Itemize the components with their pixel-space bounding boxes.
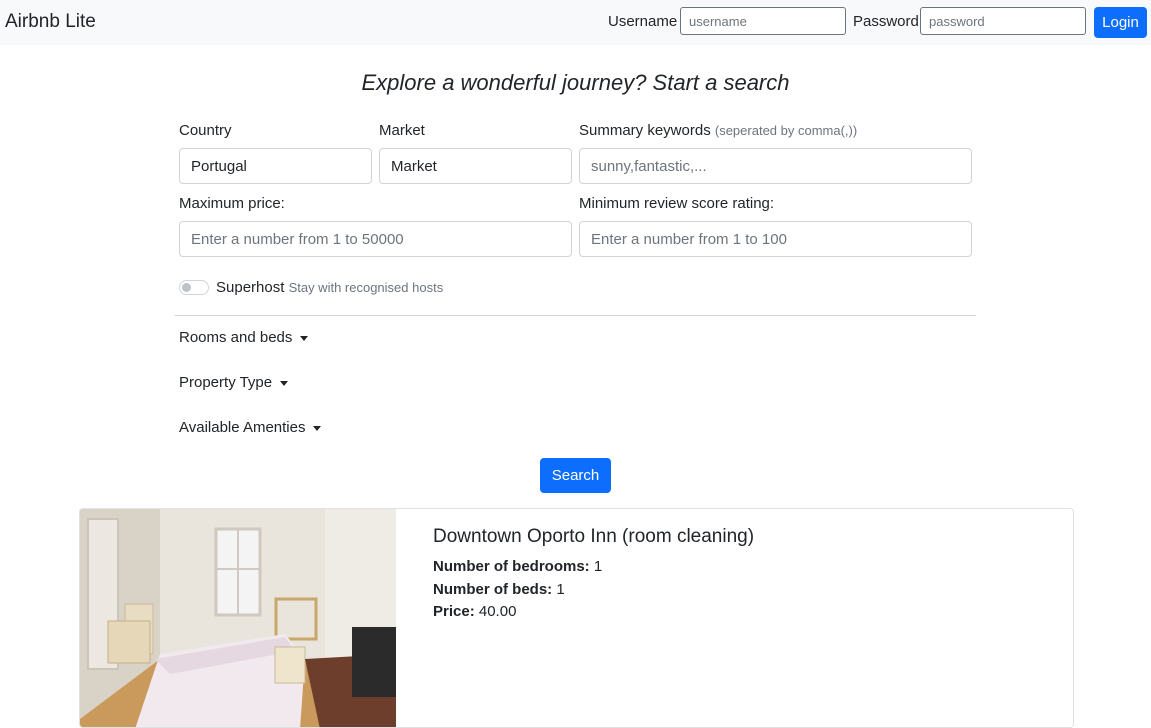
superhost-toggle[interactable] [179,280,209,295]
listing-title[interactable]: Downtown Oporto Inn (room cleaning) [433,526,754,548]
password-input[interactable] [920,7,1086,35]
max-price-input[interactable] [179,221,572,257]
bedrooms-value: 1 [593,558,603,575]
search-heading: Explore a wonderful journey? Start a sea… [361,70,790,95]
superhost-label-text: Superhost [216,279,285,296]
price-row: Price: 40.00 [433,603,516,620]
superhost-hint: Stay with recognised hosts [288,280,444,295]
max-price-label: Maximum price: [179,195,285,212]
toggle-knob [182,283,191,292]
keywords-label-text: Summary keywords [579,122,711,139]
country-input[interactable] [179,148,372,184]
min-review-input[interactable] [579,221,972,257]
caret-down-icon [280,380,289,386]
rooms-and-beds-label: Rooms and beds [179,329,293,346]
divider [175,315,976,316]
caret-down-icon [300,335,309,341]
navbar: Airbnb Lite Username Password Login [0,0,1151,45]
market-label: Market [379,122,425,139]
search-button[interactable]: Search [540,458,611,493]
bedrooms-label: Number of bedrooms: [433,558,590,575]
market-input[interactable] [379,148,572,184]
bedroom-photo-image [80,509,396,727]
listing-photo[interactable] [80,509,396,727]
keywords-input[interactable] [579,148,972,184]
price-label: Price: [433,603,475,620]
property-type-toggle[interactable]: Property Type [179,374,289,391]
brand-logo-text[interactable]: Airbnb Lite [5,11,96,33]
login-button[interactable]: Login [1094,7,1147,38]
caret-down-icon [313,425,322,431]
username-label: Username [608,13,678,30]
property-type-label: Property Type [179,374,273,391]
username-input[interactable] [680,7,846,35]
beds-value: 1 [556,581,565,598]
beds-row: Number of beds: 1 [433,581,565,598]
listing-card[interactable]: Downtown Oporto Inn (room cleaning) Numb… [79,508,1074,728]
keywords-hint: (seperated by comma(,)) [714,123,858,138]
amenities-toggle[interactable]: Available Amenties [179,419,322,436]
price-value: 40.00 [478,603,517,620]
superhost-label[interactable]: Superhost Stay with recognised hosts [216,279,443,296]
beds-label: Number of beds: [433,581,553,598]
bedrooms-row: Number of bedrooms: 1 [433,558,602,575]
keywords-label: Summary keywords (seperated by comma(,)) [579,122,857,139]
amenities-label: Available Amenties [179,419,306,436]
rooms-and-beds-toggle[interactable]: Rooms and beds [179,329,309,346]
password-label: Password [853,13,919,30]
country-label: Country [179,122,232,139]
min-review-label: Minimum review score rating: [579,195,775,212]
